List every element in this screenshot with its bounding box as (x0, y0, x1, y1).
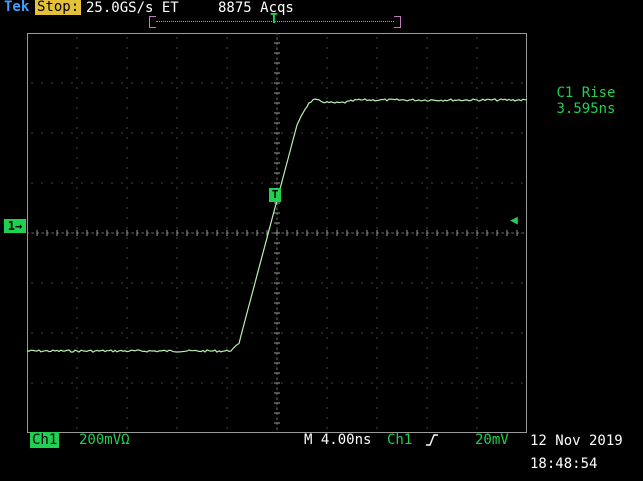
measurement-value: 3.595ns (556, 101, 616, 117)
scope-screen (27, 33, 527, 433)
channel-1-scale: 200mVΩ (79, 432, 130, 448)
trigger-position-marker: T (270, 12, 278, 27)
trigger-level-readout: 20mV (475, 432, 509, 448)
date-readout: 12 Nov 2019 (530, 433, 623, 449)
trigger-position-bar: T (149, 12, 401, 30)
measurement-label: C1 Rise (556, 85, 616, 101)
trigger-point-marker: T (269, 188, 281, 202)
time-readout: 18:48:54 (530, 456, 598, 472)
rise-time-measurement: C1 Rise 3.595ns (533, 85, 639, 117)
graticule (27, 33, 527, 433)
timebase-readout: M 4.00ns (304, 432, 372, 448)
record-bracket-left (149, 16, 156, 28)
trigger-level-marker[interactable]: ◀ (510, 213, 518, 228)
record-bracket-right (394, 16, 401, 28)
trigger-source: Ch1 (387, 432, 413, 448)
channel-1-badge[interactable]: Ch1 (30, 432, 60, 448)
graticule-center-axes (27, 33, 527, 433)
ch1-ground-marker[interactable]: 1→ (4, 219, 26, 233)
acquisition-state-badge: Stop: (35, 0, 82, 15)
rising-edge-icon (425, 432, 439, 452)
acquisition-count: 8875 Acqs (218, 0, 294, 16)
tek-logo: Tek (4, 0, 30, 15)
sample-rate-readout: 25.0GS/s ET (86, 0, 179, 16)
